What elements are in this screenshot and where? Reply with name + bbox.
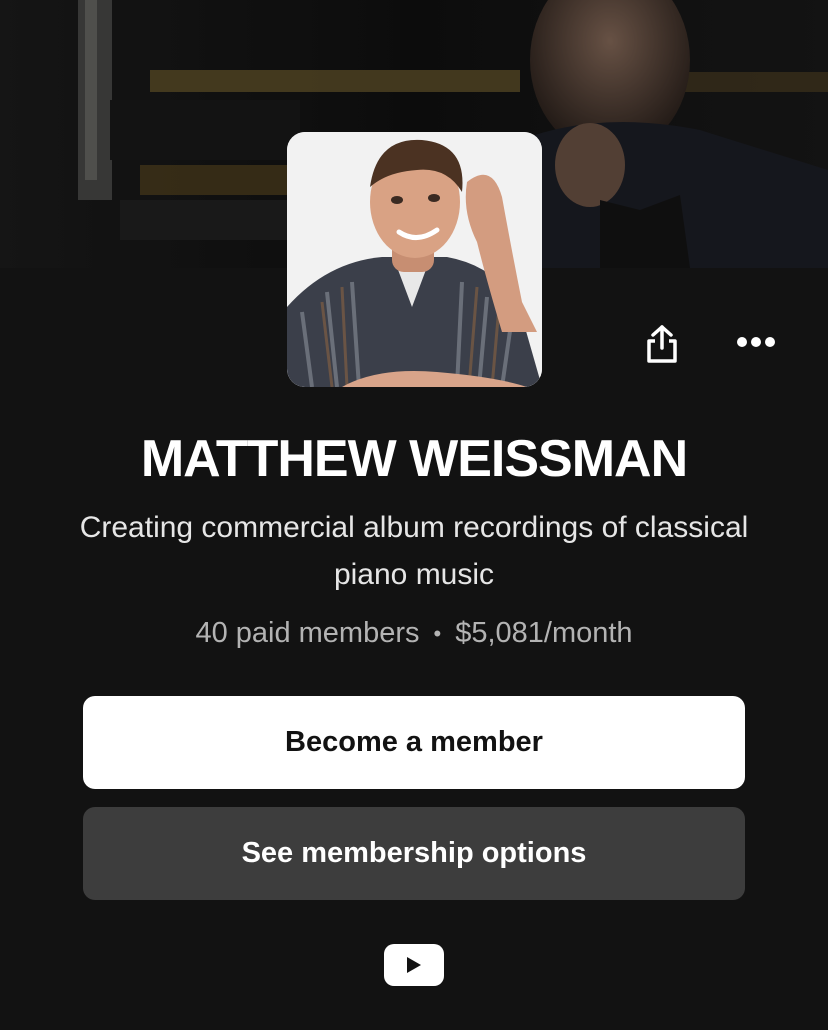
creator-stats: 40 paid members • $5,081/month	[0, 613, 828, 654]
share-button[interactable]	[636, 318, 688, 370]
creator-tagline: Creating commercial album recordings of …	[79, 511, 749, 591]
more-options-button[interactable]	[730, 322, 782, 362]
paid-members-count: 40 paid members	[195, 617, 420, 649]
become-member-button[interactable]: Become a member	[83, 696, 745, 789]
creator-name: MATTHEW WEISSMAN	[140, 430, 688, 488]
more-icon	[737, 337, 775, 347]
see-membership-options-button[interactable]: See membership options	[83, 807, 745, 900]
monthly-earnings: $5,081/month	[455, 617, 633, 649]
youtube-link[interactable]	[384, 944, 444, 986]
stats-separator: •	[433, 621, 442, 647]
share-icon	[647, 325, 677, 363]
youtube-icon	[407, 957, 421, 973]
avatar	[287, 132, 542, 387]
